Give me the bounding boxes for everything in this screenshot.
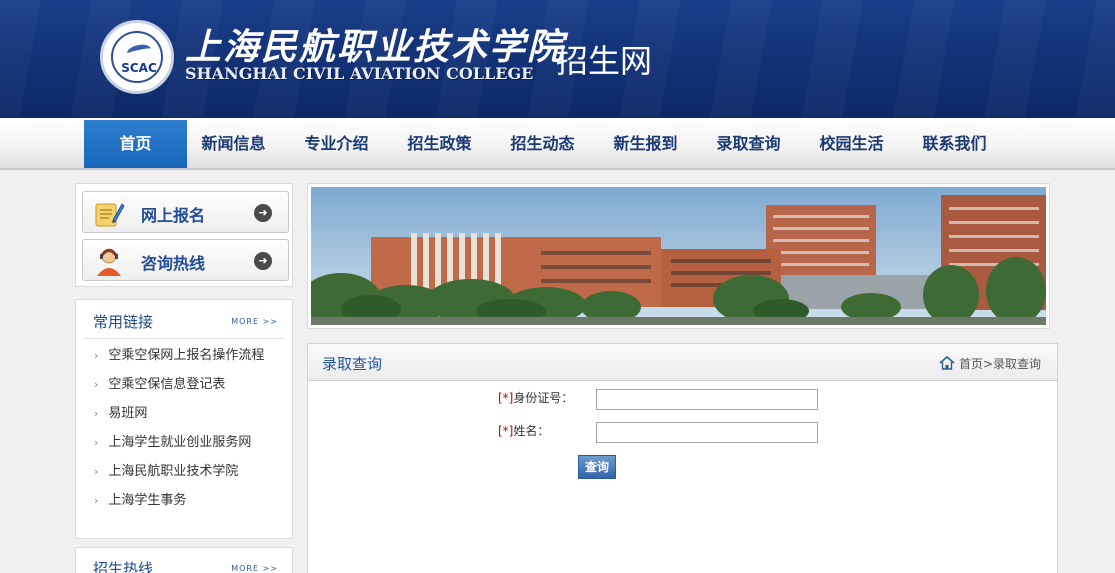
chevron-right-icon: › — [94, 436, 99, 449]
divider — [84, 338, 284, 339]
notepad-pencil-icon — [95, 203, 125, 227]
name-label: [*]姓名： — [498, 424, 550, 438]
admission-hotline-box: 招生热线 MORE >> — [75, 547, 293, 573]
list-item[interactable]: › 易班网 — [94, 402, 147, 421]
chevron-right-icon: › — [94, 465, 99, 478]
panel-header: 录取查询 首页>录取查询 — [308, 344, 1057, 381]
list-item[interactable]: › 空乘空保信息登记表 — [94, 373, 225, 392]
hotline-label: 咨询热线 — [141, 254, 206, 273]
admission-hotline-title: 招生热线 — [93, 560, 154, 573]
query-button[interactable]: 查询 — [578, 455, 616, 479]
arrow-right-icon: ➜ — [254, 204, 272, 222]
required-mark: [*] — [498, 424, 514, 438]
chevron-right-icon: › — [94, 407, 99, 420]
page-title: 录取查询 — [322, 355, 383, 373]
nav-item-news[interactable]: 新闻信息 — [182, 120, 285, 168]
bird-icon — [126, 42, 152, 60]
campus-photo — [301, 187, 1046, 325]
nav-item-admission-query[interactable]: 录取查询 — [697, 120, 800, 168]
nav-item-updates[interactable]: 招生动态 — [491, 120, 594, 168]
hotline-more-link[interactable]: MORE >> — [231, 564, 278, 573]
nav-item-registration[interactable]: 新生报到 — [594, 120, 697, 168]
id-number-label: [*]身份证号： — [498, 391, 574, 405]
college-name-en: SHANGHAI CIVIL AVIATION COLLEGE — [185, 64, 534, 83]
list-item[interactable]: › 上海学生事务 — [94, 489, 186, 508]
chevron-right-icon: › — [94, 494, 99, 507]
list-item[interactable]: › 上海民航职业技术学院 — [94, 460, 238, 479]
campus-banner — [301, 183, 1050, 329]
common-links-more-link[interactable]: MORE >> — [231, 317, 278, 326]
logo-ring: SCAC — [111, 31, 163, 83]
online-apply-button[interactable]: 网上报名 ➜ — [82, 191, 289, 233]
nav-item-home[interactable]: 首页 — [84, 120, 187, 168]
site-name: 招生网 — [556, 42, 653, 80]
quick-buttons-box: 网上报名 ➜ 咨询热线 ➜ — [75, 183, 293, 287]
id-number-input[interactable] — [596, 389, 818, 410]
arrow-right-icon: ➜ — [254, 252, 272, 270]
home-icon — [939, 356, 955, 370]
nav-item-majors[interactable]: 专业介绍 — [285, 120, 388, 168]
college-logo[interactable]: SCAC — [100, 20, 174, 94]
main-nav: 首页 新闻信息 专业介绍 招生政策 招生动态 新生报到 录取查询 校园生活 联系… — [0, 118, 1115, 170]
list-item[interactable]: › 上海学生就业创业服务网 — [94, 431, 251, 450]
common-links-box: 常用链接 MORE >> › 空乘空保网上报名操作流程 › 空乘空保信息登记表 › 易… — [75, 299, 293, 539]
operator-headset-icon — [97, 248, 121, 276]
common-links-title: 常用链接 — [93, 313, 154, 331]
list-item[interactable]: › 空乘空保网上报名操作流程 — [94, 344, 264, 363]
name-input[interactable] — [596, 422, 818, 443]
chevron-right-icon: › — [94, 378, 99, 391]
breadcrumb-text[interactable]: 首页>录取查询 — [959, 357, 1041, 371]
nav-item-contact[interactable]: 联系我们 — [903, 120, 1006, 168]
admission-query-panel: 录取查询 首页>录取查询 [*]身份证号： [*]姓名： 查询 — [307, 343, 1058, 573]
breadcrumb: 首页>录取查询 — [939, 355, 1041, 372]
nav-item-campus-life[interactable]: 校园生活 — [800, 120, 903, 168]
required-mark: [*] — [498, 391, 514, 405]
nav-item-policy[interactable]: 招生政策 — [388, 120, 491, 168]
chevron-right-icon: › — [94, 349, 99, 362]
logo-text: SCAC — [121, 61, 157, 75]
site-header: SCAC 上海民航职业技术学院 SHANGHAI CIVIL AVIATION … — [0, 0, 1115, 118]
college-name-cn: 上海民航职业技术学院 — [185, 26, 566, 68]
hotline-button[interactable]: 咨询热线 ➜ — [82, 239, 289, 281]
online-apply-label: 网上报名 — [141, 206, 206, 225]
